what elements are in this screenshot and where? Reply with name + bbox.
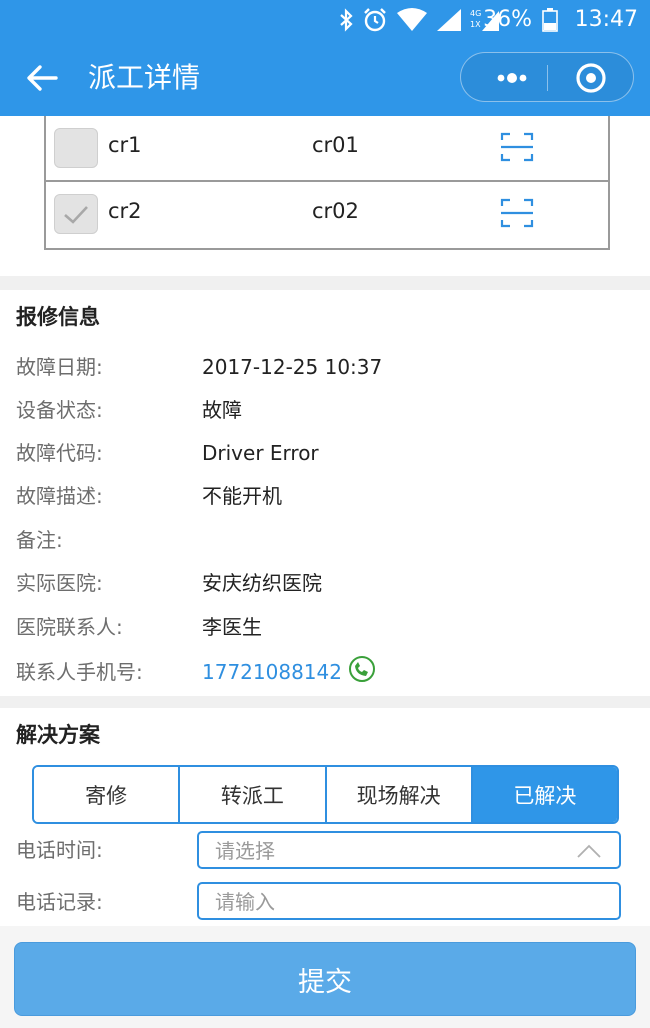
checkmark-icon bbox=[64, 206, 88, 224]
footer-bar: 提交 bbox=[0, 926, 650, 1028]
device-code: cr01 bbox=[312, 133, 359, 157]
field-label: 故障描述: bbox=[16, 484, 103, 508]
scan-icon[interactable] bbox=[500, 130, 534, 164]
contact-phone-link[interactable]: 17721088142 bbox=[202, 657, 342, 687]
status-icons: 4G 1X bbox=[338, 6, 500, 34]
device-status-value: 故障 bbox=[202, 398, 242, 422]
more-dots-icon[interactable] bbox=[481, 53, 541, 103]
wifi-icon bbox=[397, 8, 427, 31]
call-time-placeholder: 请选择 bbox=[215, 839, 275, 863]
status-bar: 4G 1X 36% 13:47 bbox=[0, 0, 650, 40]
device-name: cr2 bbox=[108, 199, 142, 223]
solution-option-resolved[interactable]: 已解决 bbox=[472, 767, 617, 822]
call-time-picker[interactable]: 请选择 bbox=[197, 831, 621, 869]
signal-icon bbox=[437, 9, 461, 31]
svg-text:4G: 4G bbox=[470, 9, 481, 18]
fault-description-value: 不能开机 bbox=[202, 484, 282, 508]
target-circle-icon[interactable] bbox=[561, 53, 621, 103]
contact-person-value: 李医生 bbox=[202, 615, 262, 639]
hospital-value: 安庆纺织医院 bbox=[202, 571, 322, 595]
scan-icon[interactable] bbox=[500, 196, 534, 230]
repair-info-title: 报修信息 bbox=[16, 305, 100, 329]
field-label: 医院联系人: bbox=[16, 615, 123, 639]
field-label: 故障代码: bbox=[16, 441, 103, 465]
field-label: 联系人手机号: bbox=[16, 660, 143, 684]
device-code: cr02 bbox=[312, 199, 359, 223]
device-table: cr1 cr01 cr2 cr02 bbox=[44, 116, 610, 250]
solution-option-onsite[interactable]: 现场解决 bbox=[326, 767, 473, 822]
battery-icon bbox=[542, 8, 558, 32]
device-row: cr2 cr02 bbox=[46, 182, 608, 248]
call-record-placeholder: 请输入 bbox=[215, 890, 275, 914]
solution-option-reassign[interactable]: 转派工 bbox=[180, 767, 327, 822]
section-divider bbox=[0, 696, 650, 708]
field-label: 故障日期: bbox=[16, 355, 103, 379]
arrow-left-icon[interactable] bbox=[22, 58, 62, 98]
call-record-label: 电话记录: bbox=[16, 890, 103, 914]
alarm-icon bbox=[364, 8, 386, 32]
chevron-up-icon bbox=[577, 844, 601, 858]
device-name: cr1 bbox=[108, 133, 142, 157]
mini-program-capsule bbox=[460, 52, 634, 102]
solution-option-mail-repair[interactable]: 寄修 bbox=[34, 767, 181, 822]
svg-text:1X: 1X bbox=[470, 20, 481, 29]
fault-date-value: 2017-12-25 10:37 bbox=[202, 355, 383, 379]
capsule-divider bbox=[547, 65, 548, 91]
solution-title: 解决方案 bbox=[16, 723, 100, 747]
device-checkbox[interactable] bbox=[54, 128, 98, 168]
field-label: 实际医院: bbox=[16, 571, 103, 595]
device-row: cr1 cr01 bbox=[46, 116, 608, 182]
field-label: 设备状态: bbox=[16, 398, 103, 422]
call-record-input[interactable]: 请输入 bbox=[197, 882, 621, 920]
submit-button[interactable]: 提交 bbox=[14, 942, 636, 1016]
solution-segmented-control: 寄修 转派工 现场解决 已解决 bbox=[32, 765, 619, 824]
fault-code-value: Driver Error bbox=[202, 441, 319, 465]
battery-percent: 36% bbox=[483, 7, 532, 32]
bluetooth-icon bbox=[340, 8, 353, 32]
device-checkbox[interactable] bbox=[54, 194, 98, 234]
call-time-label: 电话时间: bbox=[16, 838, 103, 862]
nav-bar: 派工详情 bbox=[0, 40, 650, 116]
phone-call-icon[interactable] bbox=[346, 655, 378, 683]
status-time: 13:47 bbox=[574, 7, 638, 32]
page-title: 派工详情 bbox=[88, 61, 201, 94]
section-divider bbox=[0, 276, 650, 290]
field-label: 备注: bbox=[16, 528, 63, 552]
